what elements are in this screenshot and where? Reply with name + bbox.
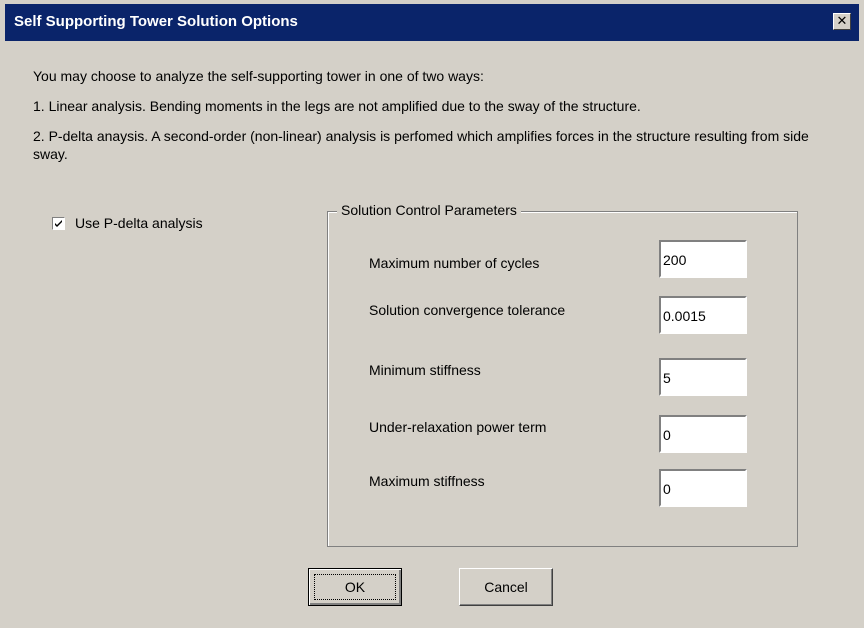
under-relaxation-label: Under-relaxation power term	[369, 419, 547, 435]
max-stiffness-label: Maximum stiffness	[369, 473, 485, 489]
convergence-tolerance-value: 0.0015	[663, 308, 706, 324]
use-pdelta-checkbox[interactable]	[52, 216, 65, 230]
convergence-tolerance-input[interactable]: 0.0015	[659, 296, 747, 334]
cancel-button-label: Cancel	[484, 579, 528, 595]
group-title: Solution Control Parameters	[337, 202, 521, 218]
close-button[interactable]: ✕	[833, 13, 851, 30]
max-stiffness-input[interactable]: 0	[659, 469, 747, 507]
min-stiffness-input[interactable]: 5	[659, 358, 747, 396]
solution-options-dialog: Self Supporting Tower Solution Options ✕…	[0, 0, 864, 628]
min-stiffness-value: 5	[663, 370, 671, 386]
intro-text: You may choose to analyze the self-suppo…	[33, 68, 484, 84]
window-title: Self Supporting Tower Solution Options	[14, 13, 298, 30]
option-pdelta-text: 2. P-delta anaysis. A second-order (non-…	[33, 128, 809, 162]
use-pdelta-checkbox-row[interactable]: Use P-delta analysis	[52, 215, 203, 231]
max-cycles-value: 200	[663, 252, 687, 268]
under-relaxation-input[interactable]: 0	[659, 415, 747, 453]
focus-rectangle	[314, 574, 396, 600]
use-pdelta-label[interactable]: Use P-delta analysis	[75, 215, 203, 231]
checkmark-icon	[55, 219, 62, 227]
under-relaxation-value: 0	[663, 427, 671, 443]
close-icon: ✕	[836, 13, 848, 28]
title-bar[interactable]: Self Supporting Tower Solution Options ✕	[5, 4, 859, 41]
cancel-button[interactable]: Cancel	[459, 568, 553, 606]
max-cycles-label: Maximum number of cycles	[369, 255, 540, 271]
max-cycles-input[interactable]: 200	[659, 240, 747, 278]
ok-button[interactable]: OK	[308, 568, 402, 606]
min-stiffness-label: Minimum stiffness	[369, 362, 481, 378]
convergence-tolerance-label: Solution convergence tolerance	[369, 302, 566, 318]
max-stiffness-value: 0	[663, 481, 671, 497]
option-linear-text: 1. Linear analysis. Bending moments in t…	[33, 98, 641, 114]
